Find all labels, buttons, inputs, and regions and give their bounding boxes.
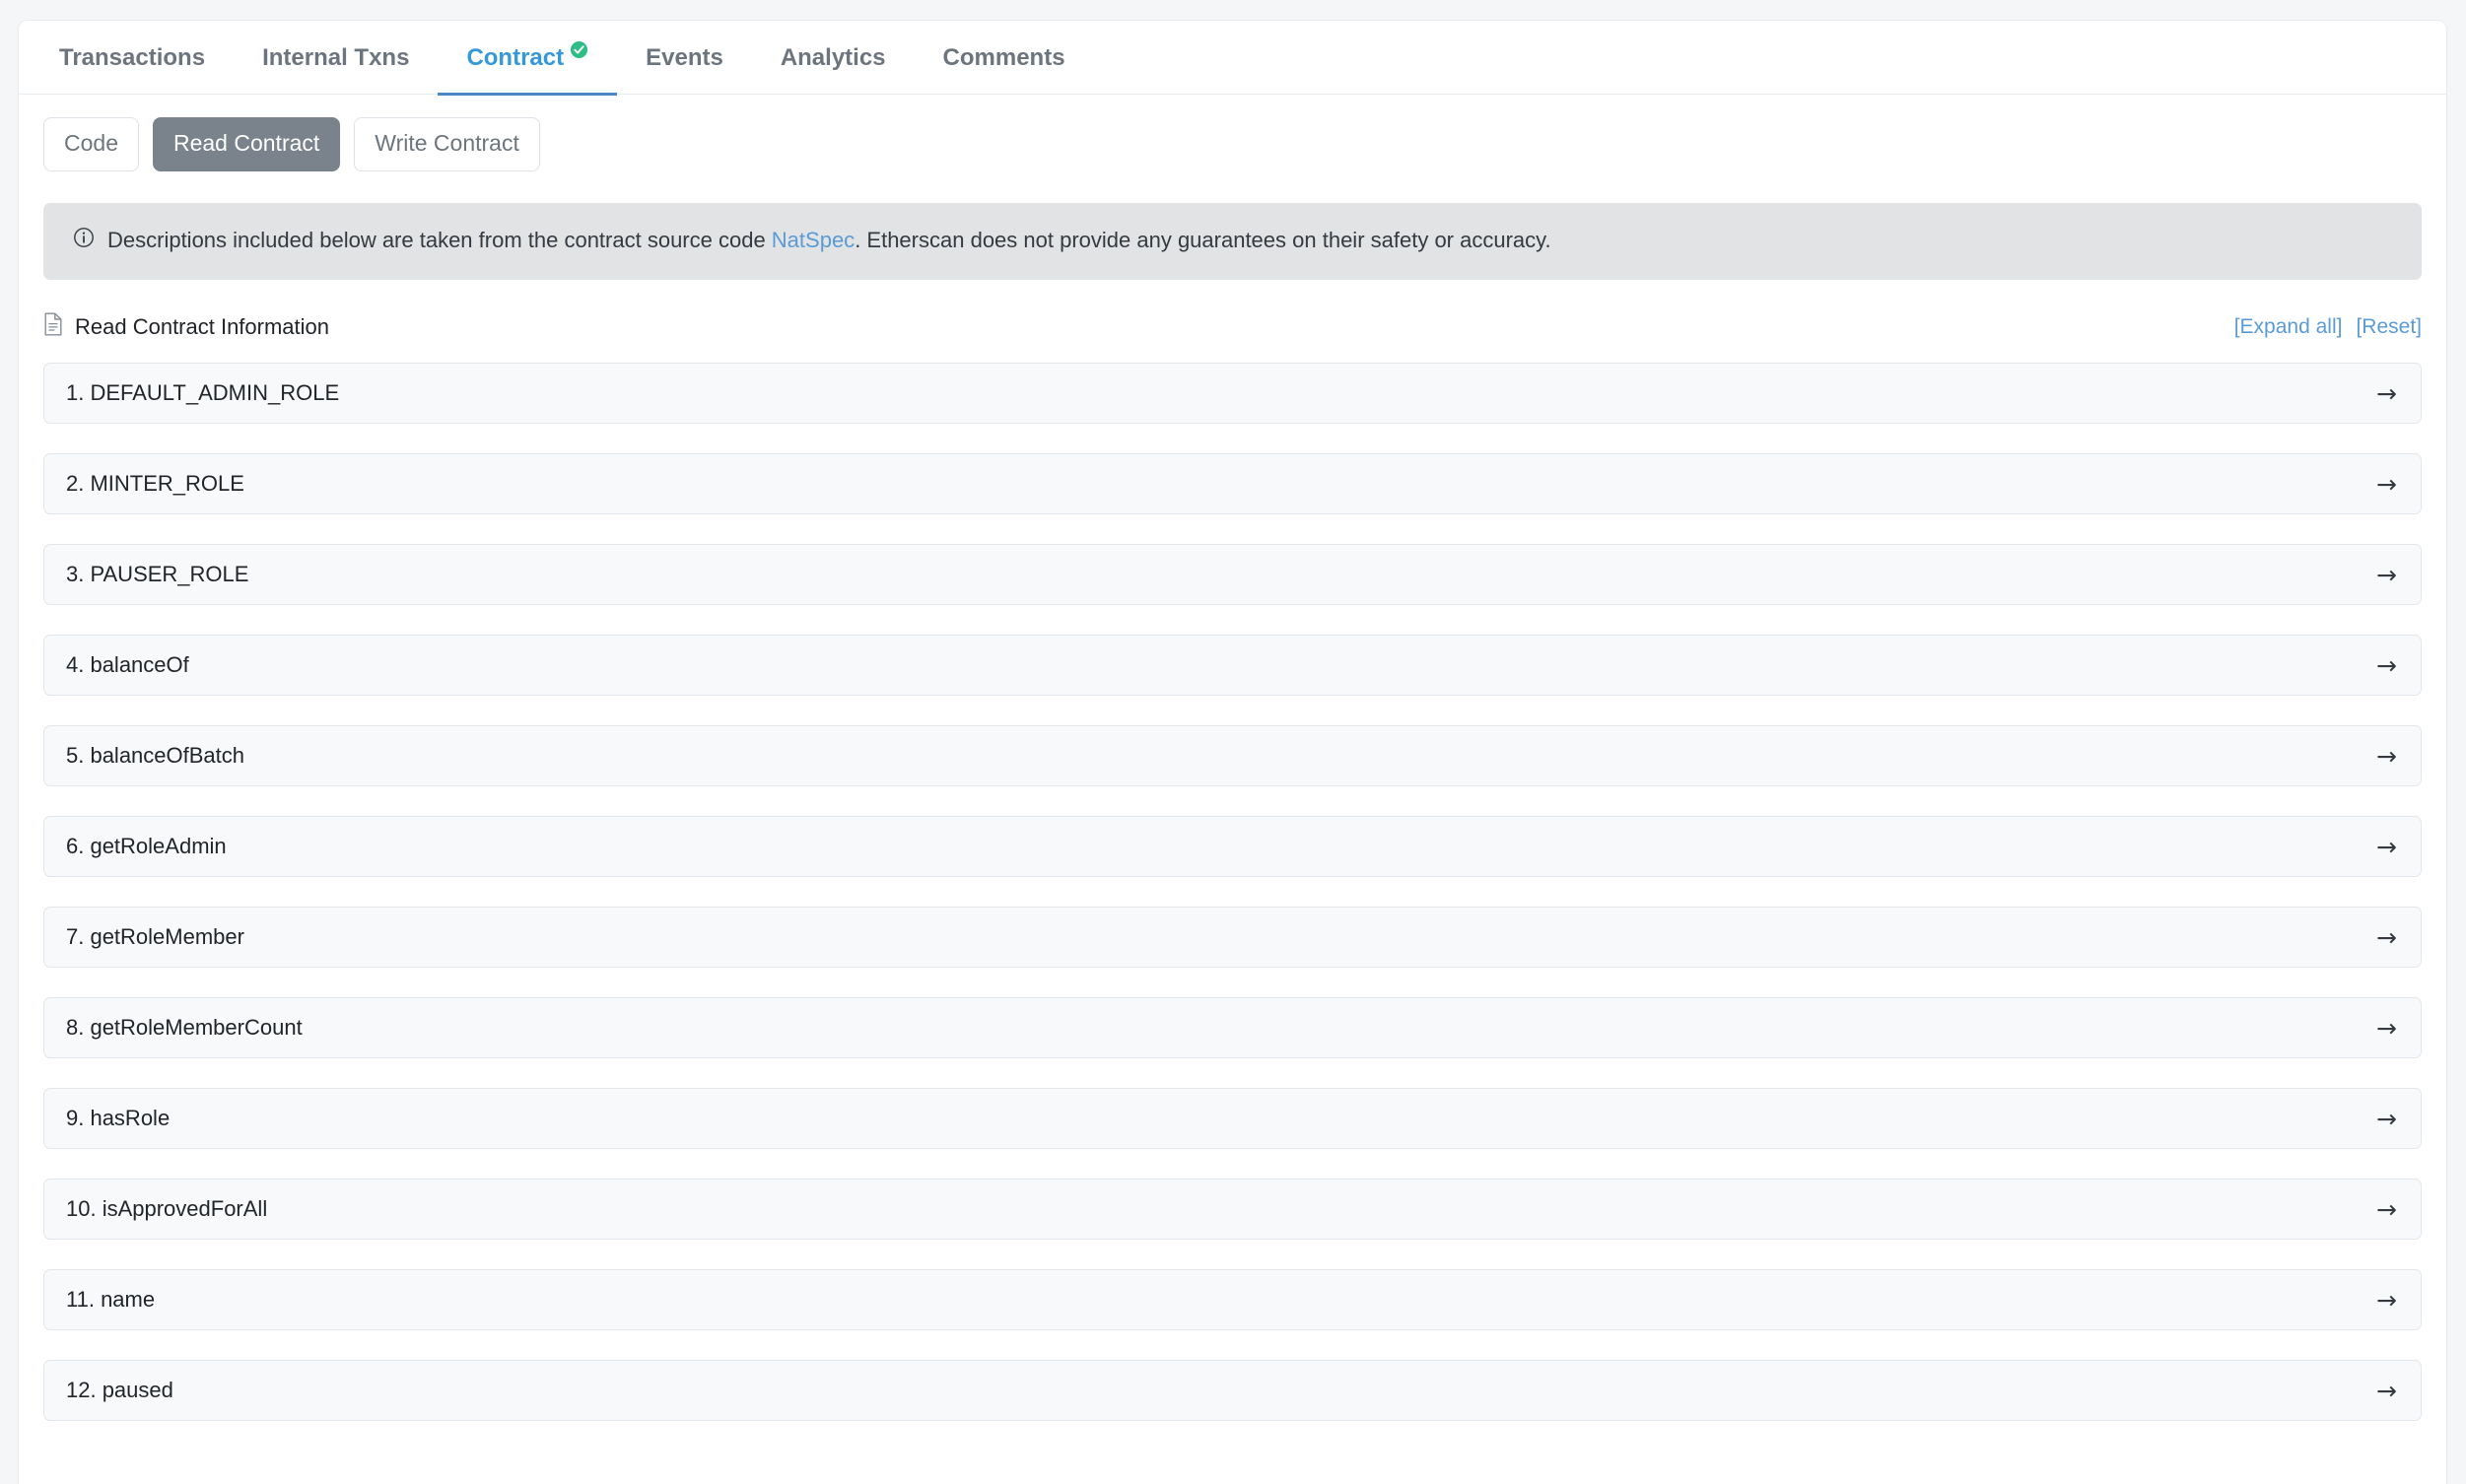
function-row-getroleadmin[interactable]: 6. getRoleAdmin → <box>43 816 2422 877</box>
code-button[interactable]: Code <box>43 117 139 171</box>
function-row-label: 9. hasRole <box>66 1106 171 1130</box>
tab-contract[interactable]: Contract <box>438 21 617 96</box>
page-root: 律动 BLOCKBEATS Transactions Internal Txns… <box>0 0 2466 1484</box>
function-row-getrolemembercount[interactable]: 8. getRoleMemberCount → <box>43 997 2422 1058</box>
function-row-getrolemember[interactable]: 7. getRoleMember → <box>43 907 2422 968</box>
function-row-label: 12. paused <box>66 1378 173 1402</box>
arrow-right-icon: → <box>2376 560 2397 589</box>
arrow-right-icon: → <box>2376 1376 2397 1405</box>
notice-text-after: . Etherscan does not provide any guarant… <box>855 228 1551 252</box>
verified-check-icon <box>570 38 588 59</box>
tab-events[interactable]: Events <box>617 21 752 95</box>
function-row-label: 6. getRoleAdmin <box>66 834 227 858</box>
tab-analytics[interactable]: Analytics <box>752 21 915 95</box>
tab-label: Transactions <box>59 43 206 71</box>
section-actions: [Expand all] [Reset] <box>2234 315 2422 339</box>
function-row-default-admin-role[interactable]: 1. DEFAULT_ADMIN_ROLE → <box>43 363 2422 424</box>
tab-label: Events <box>646 43 723 71</box>
read-contract-section-header: Read Contract Information [Expand all] [… <box>43 307 2422 347</box>
notice-text: Descriptions included below are taken fr… <box>107 228 1551 253</box>
function-row-label: 5. balanceOfBatch <box>66 743 245 768</box>
tab-bar: Transactions Internal Txns Contract Even… <box>19 21 2446 96</box>
natspec-link[interactable]: NatSpec <box>772 228 855 252</box>
tab-internal-txns[interactable]: Internal Txns <box>234 21 438 95</box>
tab-label: Contract <box>466 43 565 71</box>
tab-label: Internal Txns <box>262 43 410 71</box>
function-row-pauser-role[interactable]: 3. PAUSER_ROLE → <box>43 544 2422 605</box>
function-row-minter-role[interactable]: 2. MINTER_ROLE → <box>43 453 2422 514</box>
function-row-name[interactable]: 11. name → <box>43 1269 2422 1330</box>
function-row-label: 11. name <box>66 1287 156 1312</box>
arrow-right-icon: → <box>2376 922 2397 952</box>
reset-link[interactable]: [Reset] <box>2356 315 2422 339</box>
function-row-label: 2. MINTER_ROLE <box>66 471 244 496</box>
tab-transactions[interactable]: Transactions <box>31 21 234 95</box>
arrow-right-icon: → <box>2376 1104 2397 1133</box>
read-function-list: 1. DEFAULT_ADMIN_ROLE → 2. MINTER_ROLE →… <box>43 363 2422 1421</box>
contract-card: Transactions Internal Txns Contract Even… <box>18 20 2447 1484</box>
function-row-label: 3. PAUSER_ROLE <box>66 562 249 586</box>
function-row-label: 4. balanceOf <box>66 652 189 677</box>
page-title: Read Contract Information <box>75 314 330 339</box>
contract-subtab-group: Code Read Contract Write Contract <box>19 95 2446 171</box>
arrow-right-icon: → <box>2376 1285 2397 1315</box>
arrow-right-icon: → <box>2376 832 2397 861</box>
function-row-isapprovedforall[interactable]: 10. isApprovedForAll → <box>43 1179 2422 1240</box>
function-row-hasrole[interactable]: 9. hasRole → <box>43 1088 2422 1149</box>
arrow-right-icon: → <box>2376 741 2397 771</box>
write-contract-button[interactable]: Write Contract <box>354 117 540 171</box>
function-row-label: 10. isApprovedForAll <box>66 1196 268 1221</box>
natspec-notice-banner: Descriptions included below are taken fr… <box>43 203 2422 280</box>
function-row-label: 8. getRoleMemberCount <box>66 1015 303 1040</box>
tab-label: Comments <box>942 43 1065 71</box>
function-row-paused[interactable]: 12. paused → <box>43 1360 2422 1421</box>
tab-label: Analytics <box>780 43 886 71</box>
function-row-balanceofbatch[interactable]: 5. balanceOfBatch → <box>43 725 2422 786</box>
function-row-label: 1. DEFAULT_ADMIN_ROLE <box>66 380 340 405</box>
info-circle-icon <box>73 227 95 254</box>
read-contract-button[interactable]: Read Contract <box>152 117 341 171</box>
tab-comments[interactable]: Comments <box>915 21 1094 95</box>
section-title-group: Read Contract Information <box>43 312 329 342</box>
expand-all-link[interactable]: [Expand all] <box>2234 315 2343 339</box>
arrow-right-icon: → <box>2376 378 2397 408</box>
function-row-balanceof[interactable]: 4. balanceOf → <box>43 635 2422 696</box>
arrow-right-icon: → <box>2376 1013 2397 1043</box>
arrow-right-icon: → <box>2376 650 2397 680</box>
function-row-label: 7. getRoleMember <box>66 924 244 949</box>
arrow-right-icon: → <box>2376 1194 2397 1224</box>
document-icon <box>43 312 63 342</box>
arrow-right-icon: → <box>2376 469 2397 499</box>
notice-text-before: Descriptions included below are taken fr… <box>107 228 772 252</box>
